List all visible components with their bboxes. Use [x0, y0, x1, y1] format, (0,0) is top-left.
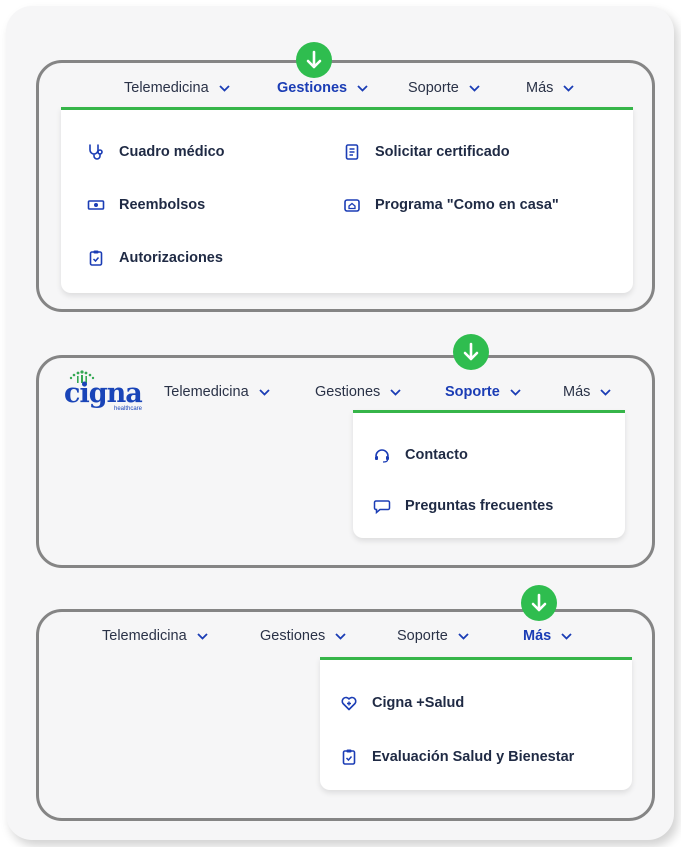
nav-label: Telemedicina: [124, 80, 209, 96]
arrow-down-marker-icon: [521, 585, 557, 621]
menu-item-programa-como-en-casa[interactable]: Programa "Como en casa": [343, 196, 559, 214]
nav-label: Telemedicina: [164, 384, 249, 400]
nav-telemedicina[interactable]: Telemedicina: [102, 628, 208, 644]
clipboard-check-icon: [87, 249, 105, 267]
soporte-dropdown: Contacto Preguntas frecuentes: [353, 410, 625, 538]
chevron-down-icon: [458, 632, 469, 640]
chevron-down-icon: [510, 388, 521, 396]
nav-label: Soporte: [408, 80, 459, 96]
nav-label: Más: [523, 628, 552, 644]
nav-label: Gestiones: [315, 384, 381, 400]
chevron-down-icon: [357, 84, 368, 92]
nav-gestiones[interactable]: Gestiones: [315, 384, 401, 400]
menu-item-label: Cuadro médico: [119, 144, 225, 160]
cigna-logo[interactable]: cigna healthcare: [62, 370, 152, 418]
nav-soporte[interactable]: Soporte: [408, 80, 480, 96]
menu-item-reembolsos[interactable]: Reembolsos: [87, 196, 205, 214]
nav-label: Más: [563, 384, 591, 400]
logo-wordmark: cigna: [64, 378, 143, 409]
menu-item-label: Autorizaciones: [119, 250, 223, 266]
nav-label: Soporte: [445, 384, 500, 400]
menu-item-evaluacion-salud-bienestar[interactable]: Evaluación Salud y Bienestar: [340, 748, 574, 766]
menu-item-label: Reembolsos: [119, 197, 206, 213]
arrow-down-marker-icon: [453, 334, 489, 370]
chevron-down-icon: [563, 84, 575, 92]
nav-telemedicina[interactable]: Telemedicina: [124, 80, 230, 96]
chevron-down-icon: [219, 84, 230, 92]
nav-soporte[interactable]: Soporte: [397, 628, 469, 644]
menu-item-preguntas-frecuentes[interactable]: Preguntas frecuentes: [373, 497, 553, 515]
nav-label: Más: [526, 80, 554, 96]
nav-mas[interactable]: Más: [563, 384, 612, 400]
nav-label: Gestiones: [277, 80, 348, 96]
nav-label: Gestiones: [260, 628, 326, 644]
stethoscope-icon: [87, 143, 105, 161]
headset-icon: [373, 446, 391, 464]
chevron-down-icon: [469, 84, 480, 92]
nav-mas[interactable]: Más: [526, 80, 575, 96]
menu-item-solicitar-certificado[interactable]: Solicitar certificado: [343, 143, 510, 161]
menu-item-label: Evaluación Salud y Bienestar: [372, 749, 575, 765]
chevron-down-icon: [197, 632, 208, 640]
menu-item-contacto[interactable]: Contacto: [373, 446, 468, 464]
chevron-down-icon: [390, 388, 401, 396]
nav-label: Telemedicina: [102, 628, 187, 644]
chevron-down-icon: [259, 388, 270, 396]
nav-telemedicina[interactable]: Telemedicina: [164, 384, 270, 400]
arrow-down-marker-icon: [296, 42, 332, 78]
banknote-icon: [87, 196, 105, 214]
nav-gestiones[interactable]: Gestiones: [260, 628, 346, 644]
home-care-icon: [343, 196, 361, 214]
heart-plus-icon: [340, 694, 358, 712]
nav-gestiones[interactable]: Gestiones: [277, 80, 368, 96]
menu-item-cuadro-medico[interactable]: Cuadro médico: [87, 143, 225, 161]
mas-dropdown: Cigna +Salud Evaluación Salud y Bienesta…: [320, 657, 632, 790]
nav-mas[interactable]: Más: [523, 628, 572, 644]
menu-item-cigna-salud[interactable]: Cigna +Salud: [340, 694, 464, 712]
chevron-down-icon: [335, 632, 346, 640]
nav-label: Soporte: [397, 628, 448, 644]
chevron-down-icon: [600, 388, 612, 396]
logo-subtitle: healthcare: [114, 406, 143, 412]
menu-item-label: Cigna +Salud: [372, 695, 465, 711]
chat-bubble-icon: [373, 497, 391, 515]
chevron-down-icon: [561, 632, 572, 640]
menu-item-label: Contacto: [405, 447, 468, 463]
menu-item-label: Preguntas frecuentes: [405, 498, 554, 514]
menu-item-autorizaciones[interactable]: Autorizaciones: [87, 249, 223, 267]
clipboard-check-icon: [340, 748, 358, 766]
menu-item-label: Solicitar certificado: [375, 144, 510, 160]
document-icon: [343, 143, 361, 161]
nav-soporte[interactable]: Soporte: [445, 384, 521, 400]
menu-item-label: Programa "Como en casa": [375, 197, 559, 213]
gestiones-dropdown: Cuadro médico Solicitar certificado Reem…: [61, 107, 633, 293]
